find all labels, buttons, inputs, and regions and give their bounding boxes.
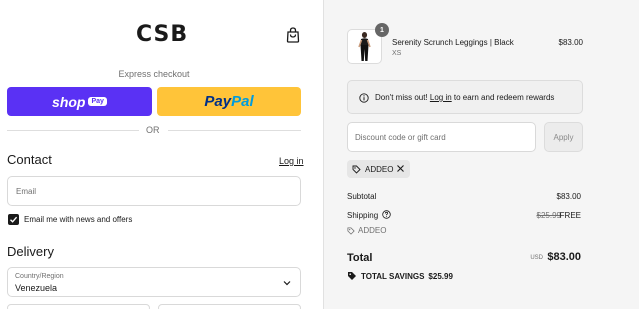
chevron-down-icon — [283, 281, 291, 286]
paypal-wordmark-pay: Pay — [204, 93, 232, 110]
tag-icon — [352, 165, 361, 174]
brand-logo[interactable]: CSB — [136, 22, 188, 47]
express-checkout-label: Express checkout — [118, 69, 190, 79]
country-value: Venezuela — [15, 283, 58, 293]
country-label: Country/Region — [15, 273, 64, 280]
subtotal-value: $83.00 — [556, 192, 581, 201]
newsletter-checkbox[interactable] — [8, 214, 19, 225]
close-icon[interactable] — [396, 164, 405, 173]
rewards-text: Don't miss out! Log in to earn and redee… — [375, 93, 554, 102]
paypal-wordmark-pal: Pal — [231, 93, 254, 110]
divider-left — [7, 130, 139, 131]
rewards-text-after: to earn and redeem rewards — [451, 93, 555, 102]
currency-code: USD — [530, 255, 543, 261]
total-savings: TOTAL SAVINGS $25.99 — [347, 271, 453, 281]
rewards-text-before: Don't miss out! — [375, 93, 430, 102]
last-name-field[interactable] — [158, 304, 301, 309]
product-name: Serenity Scrunch Leggings | Black — [392, 38, 514, 47]
product-variant: XS — [392, 50, 402, 57]
first-name-field[interactable] — [7, 304, 150, 309]
total-savings-value: $25.99 — [428, 271, 453, 281]
shipping-discount-code: ADDEO — [358, 226, 387, 235]
total-label: Total — [347, 252, 373, 264]
subtotal-label: Subtotal — [347, 192, 377, 201]
or-divider-text: OR — [146, 125, 160, 135]
tag-icon — [347, 226, 355, 235]
shipping-label: Shipping — [347, 211, 379, 220]
tag-icon — [348, 272, 356, 280]
check-icon — [10, 216, 18, 223]
order-summary-panel: 1 Serenity Scrunch Leggings | Black XS $… — [323, 0, 639, 309]
help-icon[interactable] — [382, 210, 391, 219]
applied-discount-code: ADDEO — [365, 164, 394, 174]
discount-field[interactable] — [347, 122, 536, 152]
newsletter-label: Email me with news and offers — [24, 215, 133, 224]
total-savings-label: TOTAL SAVINGS — [361, 271, 425, 281]
product-price: $83.00 — [558, 38, 583, 47]
rewards-banner: Don't miss out! Log in to earn and redee… — [347, 80, 583, 114]
shop-pay-wordmark: shop — [52, 93, 86, 110]
total-value: $83.00 — [547, 251, 581, 263]
contact-heading: Contact — [7, 152, 52, 167]
discount-input[interactable] — [348, 123, 535, 151]
shopping-bag-icon[interactable] — [286, 27, 300, 43]
checkout-form-panel: CSB Express checkout shop Pay Pay Pal OR … — [0, 0, 323, 309]
email-input[interactable] — [8, 177, 300, 205]
info-icon — [359, 93, 369, 103]
shipping-original-price: $25.99 — [536, 211, 561, 220]
divider-right — [168, 130, 301, 131]
shipping-value: FREE — [559, 211, 581, 220]
delivery-heading: Delivery — [7, 244, 54, 259]
email-field[interactable] — [7, 176, 301, 206]
login-link[interactable]: Log in — [279, 156, 304, 166]
rewards-login-link[interactable]: Log in — [430, 93, 452, 102]
shop-pay-button[interactable]: shop Pay — [7, 87, 152, 116]
shipping-discount: ADDEO — [347, 226, 386, 235]
shop-pay-badge: Pay — [88, 97, 107, 106]
country-select[interactable]: Country/Region Venezuela — [7, 267, 301, 297]
applied-discount-chip: ADDEO — [347, 160, 410, 178]
apply-button[interactable]: Apply — [544, 122, 583, 152]
quantity-badge: 1 — [375, 23, 389, 37]
paypal-button[interactable]: Pay Pal — [157, 87, 301, 116]
